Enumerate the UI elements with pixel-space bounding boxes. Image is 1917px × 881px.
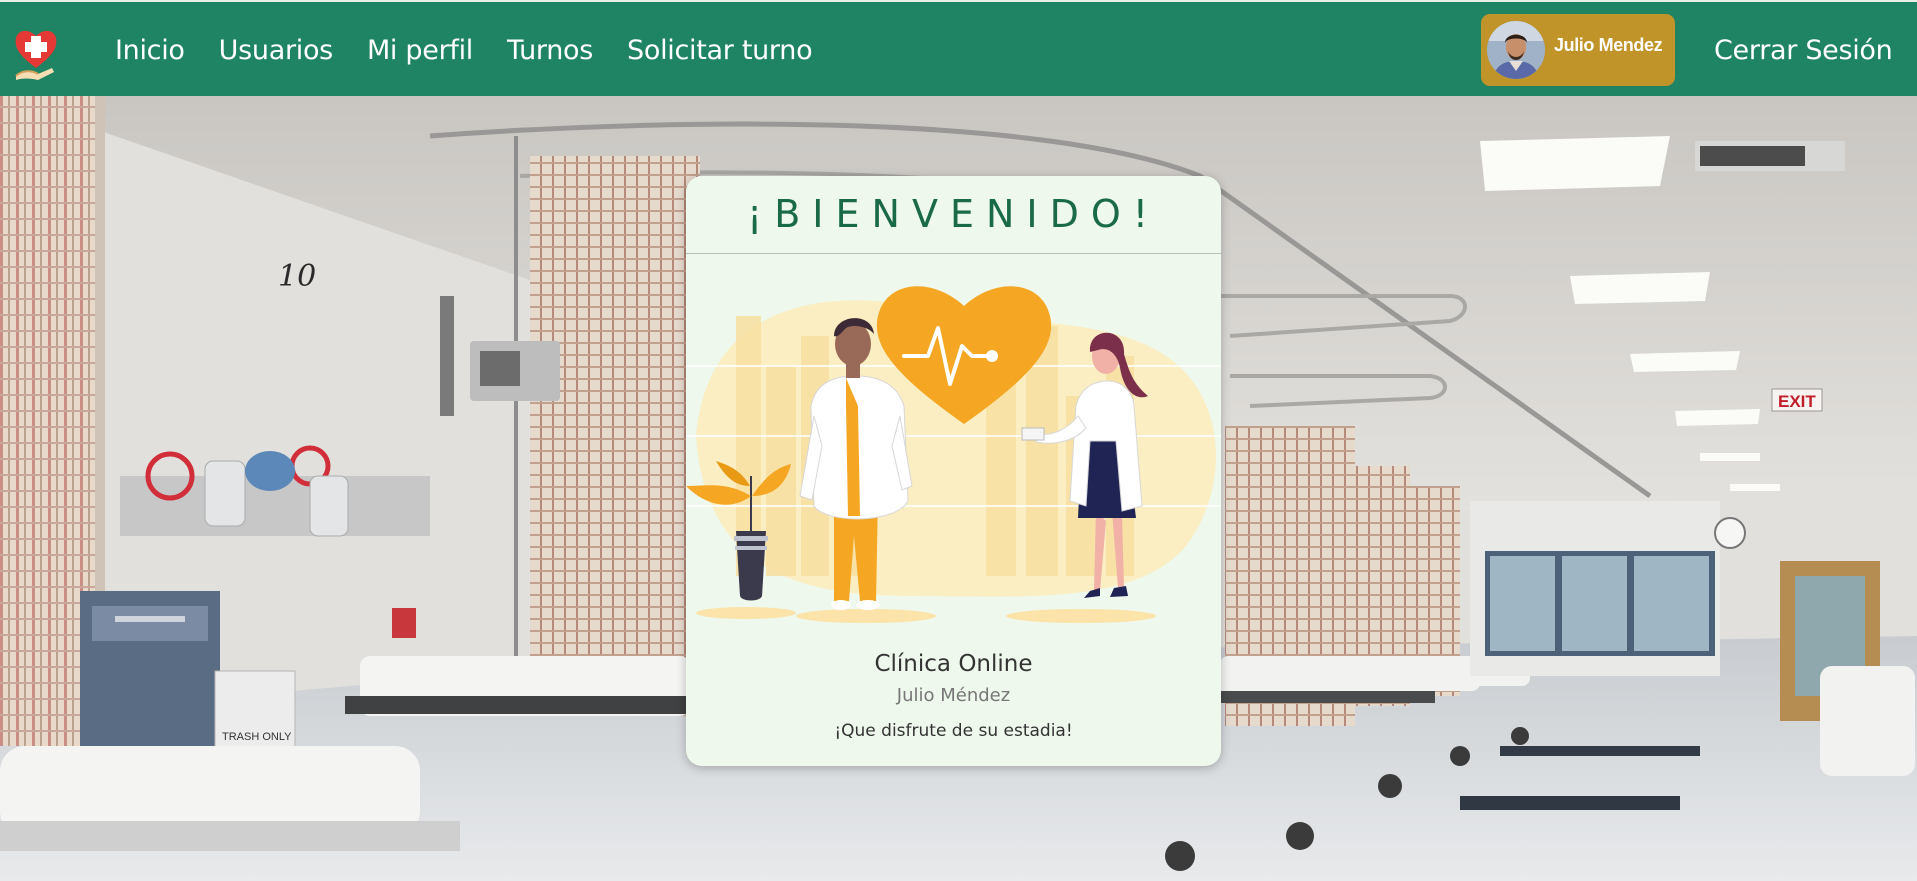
trash-label: TRASH ONLY — [222, 731, 292, 743]
welcome-message: ¡Que disfrute de su estadia! — [834, 721, 1073, 741]
nav-link-solicitar-turno[interactable]: Solicitar turno — [627, 35, 813, 66]
top-navbar: Inicio Usuarios Mi perfil Turnos Solicit… — [0, 0, 1917, 96]
nav-link-turnos[interactable]: Turnos — [507, 35, 593, 66]
nav-link-inicio[interactable]: Inicio — [115, 35, 185, 66]
nav-link-usuarios[interactable]: Usuarios — [219, 35, 334, 66]
logout-link[interactable]: Cerrar Sesión — [1714, 2, 1893, 98]
welcome-title: ¡BIENVENIDO! — [747, 192, 1160, 236]
clinic-heart-logo-icon[interactable] — [12, 24, 60, 80]
nav-links: Inicio Usuarios Mi perfil Turnos Solicit… — [115, 2, 813, 98]
nav-link-mi-perfil[interactable]: Mi perfil — [367, 35, 473, 66]
exit-sign: EXIT — [1778, 392, 1816, 411]
user-avatar — [1487, 21, 1545, 79]
bed-number: 10 — [278, 259, 316, 294]
welcome-card: ¡BIENVENIDO! Clínica Online Julio Méndez… — [686, 176, 1221, 766]
welcome-user-name: Julio Méndez — [896, 685, 1011, 706]
doctors-illustration — [686, 286, 1221, 623]
card-divider — [686, 253, 1221, 254]
user-profile-chip[interactable]: Julio Mendez — [1481, 14, 1675, 86]
user-name: Julio Mendez — [1554, 34, 1663, 55]
clinic-name: Clínica Online — [874, 651, 1033, 677]
